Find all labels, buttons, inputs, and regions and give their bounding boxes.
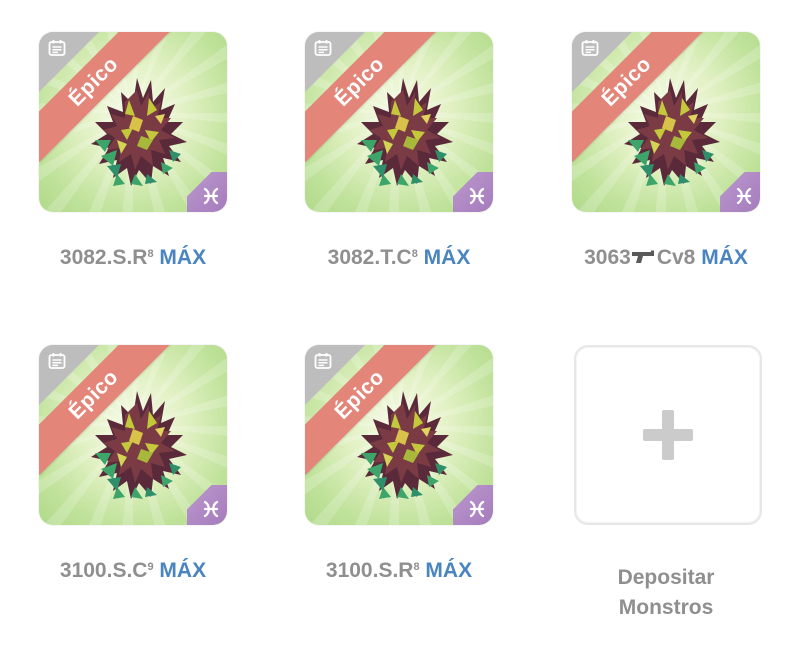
monster-level: 8 (147, 248, 154, 260)
max-tag: MÁX (159, 246, 207, 269)
max-tag: MÁX (423, 246, 471, 269)
monster-slot[interactable]: Épico 3100.S.C9 MÁX (33, 345, 233, 583)
deposit-label-line1: Depositar (617, 566, 715, 589)
element-badge (720, 172, 760, 212)
max-tag: MÁX (159, 559, 207, 582)
monster-name: 3082.T.C (327, 246, 412, 269)
monster-level: 8 (411, 248, 418, 260)
monster-level: 8 (413, 561, 420, 573)
monster-label: 3100.S.R8 MÁX (299, 559, 499, 583)
deposit-label: Depositar Monstros (566, 563, 766, 623)
monster-card[interactable]: Épico (572, 32, 760, 212)
pisces-icon (469, 500, 485, 518)
monster-card[interactable]: Épico (305, 32, 493, 212)
monster-label: 3082.T.C8 MÁX (299, 246, 499, 270)
pisces-icon (203, 187, 219, 205)
pisces-icon (203, 500, 219, 518)
monster-name: 3082.S.R (59, 246, 148, 269)
element-badge (453, 172, 493, 212)
pisces-icon (736, 187, 752, 205)
pisces-icon (469, 187, 485, 205)
monster-slot[interactable]: Épico 3082.S.R8 MÁX (33, 32, 233, 270)
deposit-monster-button[interactable] (574, 345, 762, 525)
plus-icon (643, 410, 693, 460)
element-badge (453, 485, 493, 525)
calendar-icon (314, 39, 332, 56)
calendar-icon (581, 39, 599, 56)
monster-slot[interactable]: Épico 3100.S.R8 MÁX (299, 345, 499, 583)
deposit-label-line2: Monstros (618, 596, 714, 619)
monster-name: 3100.S.R (325, 559, 414, 582)
deposit-slot[interactable]: Depositar Monstros (566, 345, 766, 623)
plus-icon-bar (662, 410, 674, 460)
monster-card[interactable]: Épico (305, 345, 493, 525)
max-tag: MÁX (425, 559, 473, 582)
calendar-icon (48, 39, 66, 56)
monster-name: 3100.S.C (59, 559, 148, 582)
element-badge (187, 485, 227, 525)
calendar-icon (314, 352, 332, 369)
pistol-icon (631, 250, 654, 263)
element-badge (187, 172, 227, 212)
monster-slot[interactable]: Épico 3082.T.C8 MÁX (299, 32, 499, 270)
monster-name-suffix: Cv8 (656, 246, 696, 269)
monster-label: 3100.S.C9 MÁX (33, 559, 233, 583)
monster-label: 3063 Cv8 MÁX (566, 246, 766, 270)
max-tag: MÁX (701, 246, 748, 269)
monster-name-prefix: 3063 (584, 246, 631, 269)
calendar-icon (48, 352, 66, 369)
monster-level: 9 (147, 561, 154, 573)
monster-label: 3082.S.R8 MÁX (33, 246, 233, 270)
monster-card[interactable]: Épico (39, 345, 227, 525)
monster-slot[interactable]: Épico 3063 Cv8 MÁX (566, 32, 766, 270)
monster-card[interactable]: Épico (39, 32, 227, 212)
monster-deposit-grid: Épico 3082.S.R8 MÁX Épico 3082.T.C8 MÁX (0, 0, 800, 672)
